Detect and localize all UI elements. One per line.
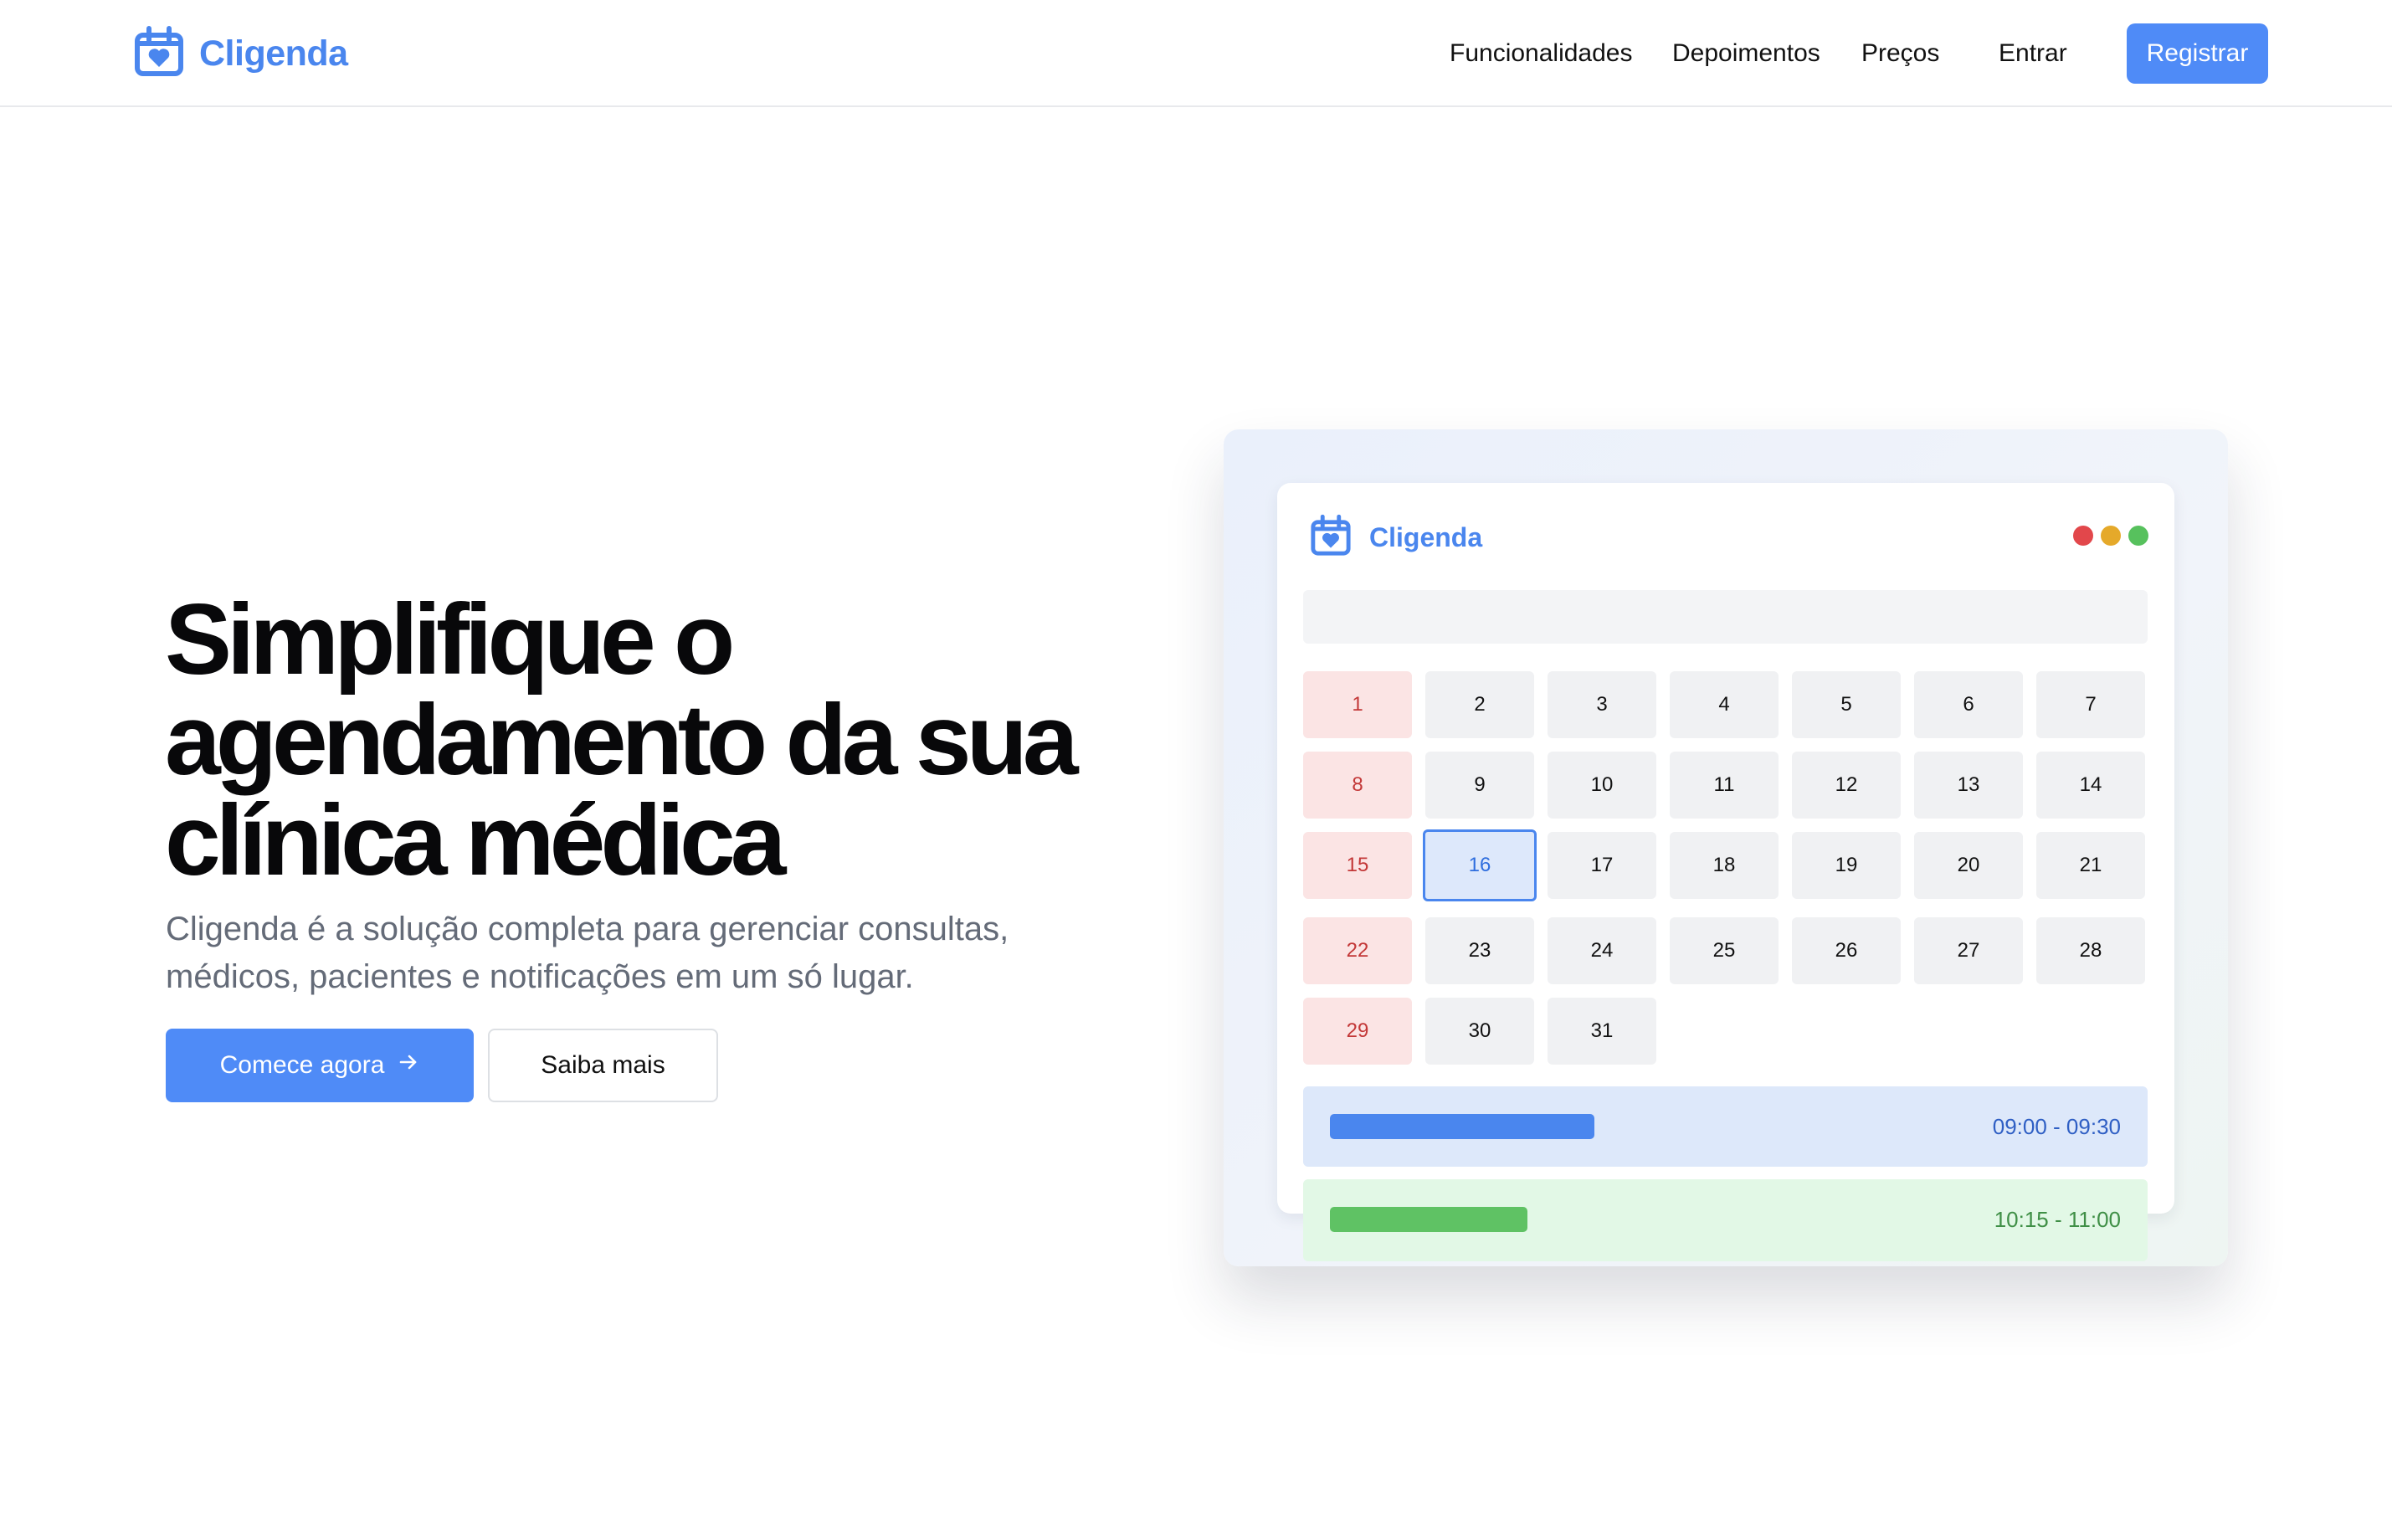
calendar-day[interactable]: 5 — [1792, 671, 1901, 738]
calendar-day[interactable]: 23 — [1425, 917, 1534, 984]
calendar-day[interactable]: 18 — [1670, 832, 1779, 899]
hero-subtitle: Cligenda é a solução completa para geren… — [166, 911, 1009, 995]
arrow-right-icon — [398, 1051, 419, 1080]
calendar-day[interactable]: 11 — [1670, 752, 1779, 819]
brand-name: Cligenda — [199, 33, 348, 74]
register-button[interactable]: Registrar — [2127, 23, 2268, 84]
get-started-button[interactable]: Comece agora — [166, 1029, 474, 1102]
calendar-day[interactable]: 14 — [2036, 752, 2145, 819]
calendar-day[interactable]: 27 — [1914, 917, 2023, 984]
calendar-heart-icon — [132, 25, 186, 83]
calendar-day[interactable]: 30 — [1425, 998, 1534, 1065]
get-started-label: Comece agora — [219, 1051, 385, 1079]
calendar-day[interactable]: 29 — [1303, 998, 1412, 1065]
calendar-day[interactable]: 15 — [1303, 832, 1412, 899]
calendar-day[interactable]: 16 — [1423, 829, 1537, 901]
calendar-day[interactable]: 13 — [1914, 752, 2023, 819]
brand-logo[interactable]: Cligenda — [132, 25, 348, 83]
calendar-day[interactable]: 4 — [1670, 671, 1779, 738]
preview-search-bar — [1303, 590, 2148, 644]
calendar-day[interactable]: 31 — [1548, 998, 1656, 1065]
nav-link-precos[interactable]: Preços — [1861, 38, 1939, 69]
nav-link-depoimentos[interactable]: Depoimentos — [1672, 38, 1820, 69]
appointment-bar — [1330, 1207, 1527, 1232]
calendar-day[interactable]: 22 — [1303, 917, 1412, 984]
calendar-day[interactable]: 6 — [1914, 671, 2023, 738]
window-maximize-dot — [2128, 526, 2148, 546]
nav-link-funcionalidades[interactable]: Funcionalidades — [1450, 38, 1632, 69]
calendar-day[interactable]: 9 — [1425, 752, 1534, 819]
calendar-day[interactable]: 28 — [2036, 917, 2145, 984]
preview-calendar-grid: 1 2 3 4 5 6 7 8 9 10 11 12 13 14 15 16 17 18 19 20 21 22 23 24 2… — [1303, 671, 2148, 1065]
calendar-day[interactable]: 26 — [1792, 917, 1901, 984]
window-close-dot — [2073, 526, 2093, 546]
preview-appointment-2: 10:15 - 11:00 — [1303, 1179, 2148, 1261]
appointment-bar — [1330, 1114, 1594, 1139]
calendar-day[interactable]: 3 — [1548, 671, 1656, 738]
calendar-day[interactable]: 2 — [1425, 671, 1534, 738]
calendar-heart-icon — [1309, 514, 1353, 562]
calendar-day[interactable]: 12 — [1792, 752, 1901, 819]
top-navbar: Cligenda Funcionalidades Depoimentos Pre… — [0, 0, 2392, 107]
learn-more-button[interactable]: Saiba mais — [488, 1029, 718, 1102]
calendar-day[interactable]: 10 — [1548, 752, 1656, 819]
calendar-day[interactable]: 1 — [1303, 671, 1412, 738]
calendar-day[interactable]: 20 — [1914, 832, 2023, 899]
nav-link-entrar[interactable]: Entrar — [1999, 38, 2067, 69]
preview-brand: Cligenda — [1309, 514, 1482, 561]
calendar-day[interactable]: 17 — [1548, 832, 1656, 899]
calendar-day[interactable]: 24 — [1548, 917, 1656, 984]
appointment-time: 09:00 - 09:30 — [1992, 1114, 2121, 1139]
calendar-day[interactable]: 8 — [1303, 752, 1412, 819]
calendar-day[interactable]: 21 — [2036, 832, 2145, 899]
calendar-day[interactable]: 19 — [1792, 832, 1901, 899]
calendar-day[interactable]: 7 — [2036, 671, 2145, 738]
appointment-time: 10:15 - 11:00 — [1994, 1207, 2121, 1232]
calendar-day[interactable]: 25 — [1670, 917, 1779, 984]
hero-title: Simplifique o agendamento da sua clínica… — [165, 583, 1079, 896]
preview-brand-name: Cligenda — [1369, 521, 1483, 552]
window-minimize-dot — [2101, 526, 2121, 546]
preview-appointment-1: 09:00 - 09:30 — [1303, 1086, 2148, 1167]
